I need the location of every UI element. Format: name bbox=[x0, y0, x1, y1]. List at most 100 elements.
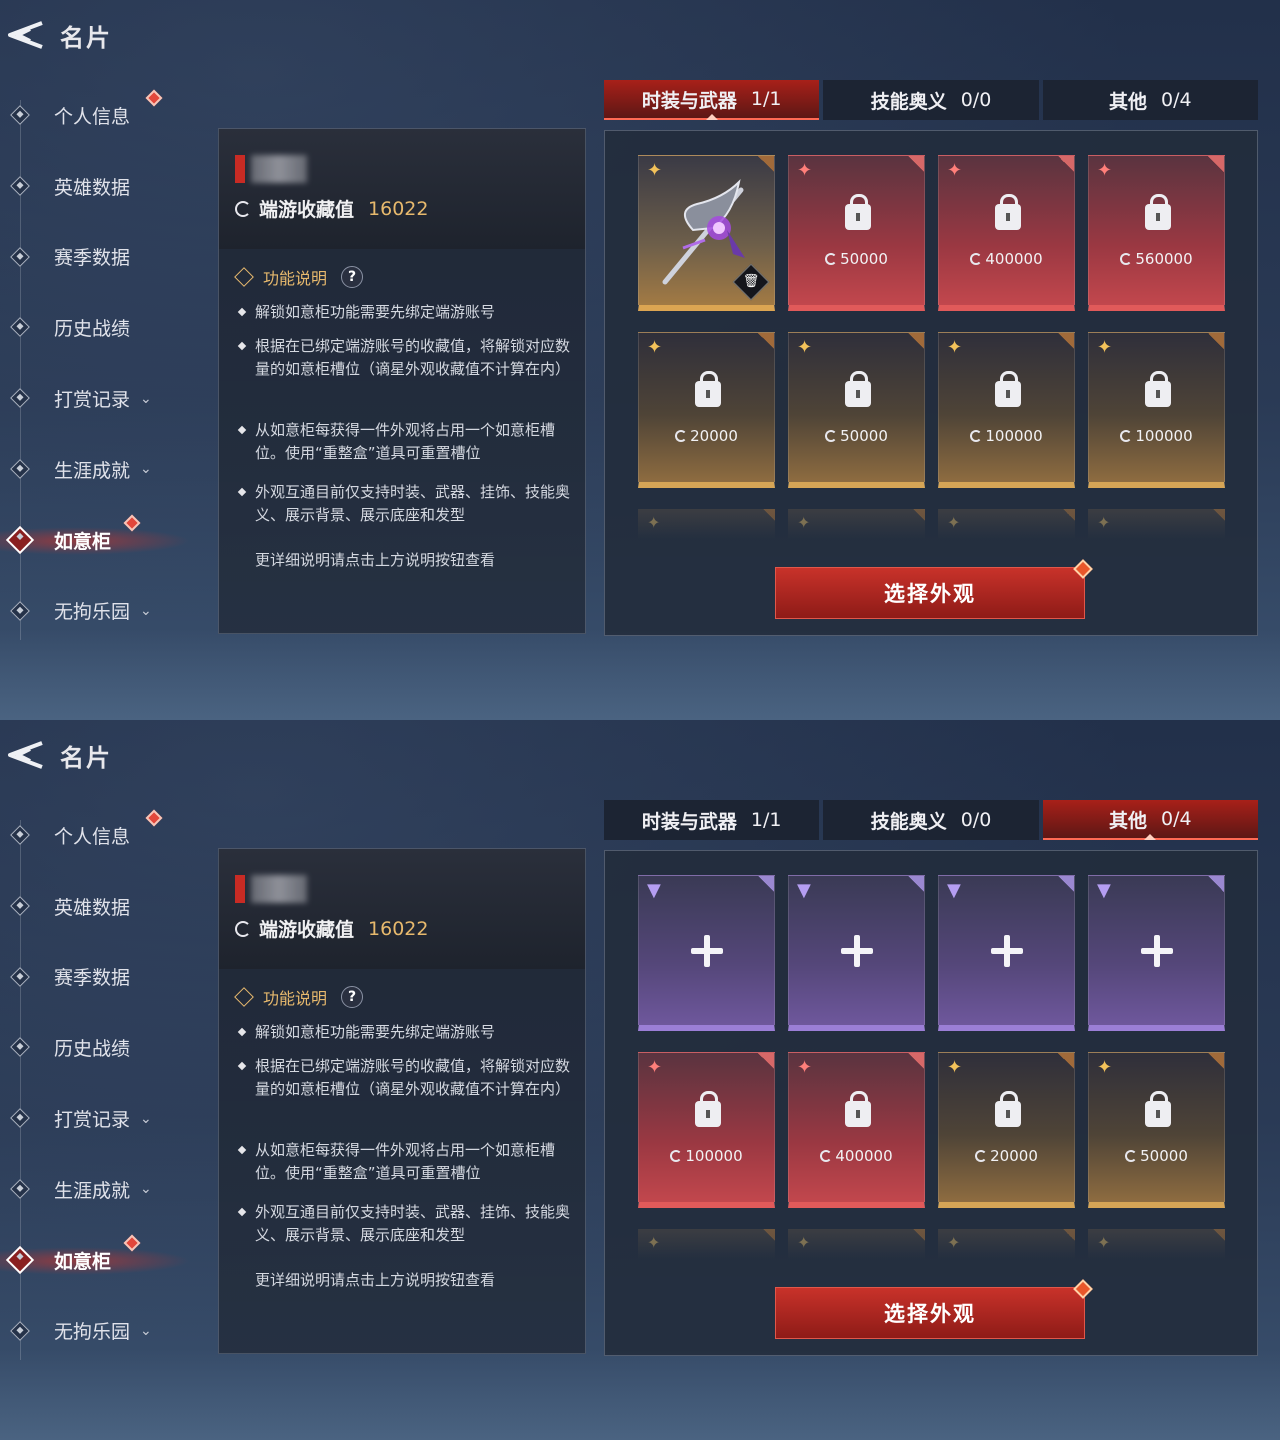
rarity-star-icon: ✦ bbox=[1097, 160, 1113, 181]
sidebar-item[interactable]: 英雄数据 bbox=[0, 151, 200, 222]
swirl-icon bbox=[825, 430, 838, 442]
cabinet-slot[interactable]: ▼ bbox=[638, 875, 775, 1031]
tab-count: 0/4 bbox=[1161, 89, 1192, 111]
cabinet-slot[interactable]: ✦ 100000 bbox=[638, 1052, 775, 1208]
tab[interactable]: 时装与武器 1/1 bbox=[604, 80, 820, 120]
tab-count: 0/0 bbox=[960, 89, 992, 111]
sidebar-item[interactable]: 无拘乐园 ⌄ bbox=[0, 1296, 200, 1367]
sidebar-item[interactable]: 英雄数据 bbox=[0, 871, 200, 942]
diamond-icon bbox=[10, 966, 30, 987]
sidebar-item-label: 无拘乐园 bbox=[54, 601, 131, 624]
sidebar-item[interactable]: 打赏记录 ⌄ bbox=[0, 1083, 200, 1154]
sidebar-item[interactable]: 历史战绩 bbox=[0, 1012, 200, 1083]
sidebar-item[interactable]: 个人信息 bbox=[0, 80, 200, 151]
cabinet-slot[interactable]: ✦ 20000 bbox=[938, 1052, 1075, 1208]
sidebar-item-label: 个人信息 bbox=[54, 105, 131, 128]
swirl-icon bbox=[820, 1150, 833, 1162]
select-appearance-button[interactable]: 选择外观 bbox=[775, 1279, 1093, 1339]
rarity-star-icon: ✦ bbox=[647, 1057, 663, 1078]
tab[interactable]: 技能奥义 0/0 bbox=[823, 800, 1039, 840]
tab-label: 技能奥义 bbox=[870, 810, 947, 833]
blurred-player-name bbox=[251, 155, 307, 183]
cabinet-slot[interactable]: ✦ 400000 bbox=[938, 155, 1075, 311]
diamond-icon bbox=[10, 246, 30, 267]
sidebar-item[interactable]: 赛季数据 bbox=[0, 942, 200, 1013]
sidebar-item[interactable]: 无拘乐园 ⌄ bbox=[0, 576, 200, 647]
cabinet-slot-partial bbox=[938, 1229, 1075, 1259]
cabinet-slot[interactable]: ✦ 50000 bbox=[1088, 1052, 1225, 1208]
add-icon[interactable] bbox=[1135, 929, 1179, 973]
swirl-icon bbox=[1125, 1150, 1138, 1162]
sidebar-item[interactable]: 如意柜 bbox=[0, 505, 200, 576]
add-icon[interactable] bbox=[985, 929, 1029, 973]
function-title: 功能说明 bbox=[263, 269, 328, 288]
description-bullet: 根据在已绑定端游账号的收藏值，将解锁对应数量的如意柜槽位（谪星外观收藏值不计算在… bbox=[255, 335, 571, 381]
cabinet-slot[interactable]: ✦ 560000 bbox=[1088, 155, 1225, 311]
sidebar-item[interactable]: 生涯成就 ⌄ bbox=[0, 434, 200, 505]
back-arrow-icon[interactable] bbox=[4, 17, 48, 53]
screen-2: 名片 个人信息 英雄数据 赛季数据 历史战绩 打赏记录 ⌄ 生涯成就 ⌄ 如意柜 无拘乐园 ⌄ 端游收藏… bbox=[0, 720, 1280, 1440]
back-arrow-icon[interactable] bbox=[4, 737, 48, 773]
tab[interactable]: 技能奥义 0/0 bbox=[823, 80, 1039, 120]
tab-label: 技能奥义 bbox=[870, 90, 947, 113]
add-icon[interactable] bbox=[835, 929, 879, 973]
unlock-cost-value: 50000 bbox=[1140, 1147, 1188, 1165]
collection-value: 16022 bbox=[368, 197, 429, 220]
diamond-icon bbox=[10, 1320, 30, 1341]
unlock-cost: 100000 bbox=[1089, 427, 1224, 445]
lock-icon bbox=[845, 371, 871, 407]
function-title: 功能说明 bbox=[263, 989, 328, 1008]
sidebar-item-label: 如意柜 bbox=[54, 1250, 112, 1273]
sidebar-item[interactable]: 如意柜 bbox=[0, 1225, 200, 1296]
cabinet-slot[interactable]: ✦ 🗑 bbox=[638, 155, 775, 311]
lock-icon bbox=[1145, 1091, 1171, 1127]
description-bullet: 根据在已绑定端游账号的收藏值，将解锁对应数量的如意柜槽位（谪星外观收藏值不计算在… bbox=[255, 1055, 571, 1101]
cabinet-slot[interactable]: ✦ 50000 bbox=[788, 332, 925, 488]
cabinet-slot-partial bbox=[788, 1229, 925, 1259]
sidebar-item[interactable]: 赛季数据 bbox=[0, 222, 200, 293]
description-bullet: 解锁如意柜功能需要先绑定端游账号 bbox=[255, 301, 571, 324]
unlock-cost-value: 100000 bbox=[685, 1147, 743, 1165]
help-button[interactable]: ? bbox=[341, 986, 364, 1008]
select-appearance-button[interactable]: 选择外观 bbox=[775, 559, 1093, 619]
page-title: 名片 bbox=[60, 23, 112, 52]
tab[interactable]: 时装与武器 1/1 bbox=[604, 800, 820, 840]
cabinet-slot[interactable]: ✦ 50000 bbox=[788, 155, 925, 311]
cabinet-panel: 时装与武器 1/1 技能奥义 0/0 其他 0/4 ▼ ▼ ▼ ▼ ✦ 100000 ✦ 400000 ✦ 2… bbox=[604, 800, 1258, 1356]
lock-icon bbox=[845, 194, 871, 230]
cabinet-slot[interactable]: ▼ bbox=[1088, 875, 1225, 1031]
tab[interactable]: 其他 0/4 bbox=[1042, 80, 1258, 120]
swirl-icon bbox=[825, 253, 838, 265]
sidebar-item[interactable]: 打赏记录 ⌄ bbox=[0, 363, 200, 434]
cabinet-slot[interactable]: ✦ 20000 bbox=[638, 332, 775, 488]
cabinet-slot[interactable]: ▼ bbox=[938, 875, 1075, 1031]
sidebar-item-label: 生涯成就 bbox=[54, 459, 131, 482]
sidebar-item[interactable]: 个人信息 bbox=[0, 800, 200, 871]
swirl-icon bbox=[1120, 253, 1133, 265]
cabinet-slot[interactable]: ✦ 100000 bbox=[1088, 332, 1225, 488]
notification-dot-icon bbox=[145, 809, 163, 827]
cabinet-slot[interactable]: ✦ 100000 bbox=[938, 332, 1075, 488]
sidebar-item[interactable]: 生涯成就 ⌄ bbox=[0, 1154, 200, 1225]
tab-label: 时装与武器 bbox=[641, 89, 737, 112]
swirl-icon bbox=[1120, 430, 1133, 442]
tab[interactable]: 其他 0/4 bbox=[1042, 800, 1258, 840]
cabinet-slot-partial bbox=[788, 509, 925, 539]
rarity-star-icon: ✦ bbox=[947, 1057, 963, 1078]
sidebar-item-label: 打赏记录 bbox=[54, 389, 131, 412]
tab-count: 0/0 bbox=[960, 809, 992, 831]
help-button[interactable]: ? bbox=[341, 266, 364, 288]
sidebar-item[interactable]: 历史战绩 bbox=[0, 292, 200, 363]
cabinet-slot[interactable]: ▼ bbox=[788, 875, 925, 1031]
add-icon[interactable] bbox=[685, 929, 729, 973]
slot-grid-panel: ✦ 🗑 ✦ 50000 ✦ 400000 ✦ 560000 ✦ 20000 ✦ 50000 ✦ 10000… bbox=[604, 130, 1258, 636]
trash-icon[interactable]: 🗑 bbox=[732, 263, 770, 301]
info-header: 端游收藏值 16022 bbox=[219, 129, 585, 249]
cabinet-slot[interactable]: ✦ 400000 bbox=[788, 1052, 925, 1208]
lock-icon bbox=[845, 1091, 871, 1127]
sidebar-item-label: 赛季数据 bbox=[54, 247, 131, 270]
cabinet-slot-partial bbox=[638, 509, 775, 539]
tab-label: 其他 bbox=[1109, 809, 1148, 832]
accent-bar bbox=[235, 155, 245, 183]
accent-bar bbox=[235, 875, 245, 903]
